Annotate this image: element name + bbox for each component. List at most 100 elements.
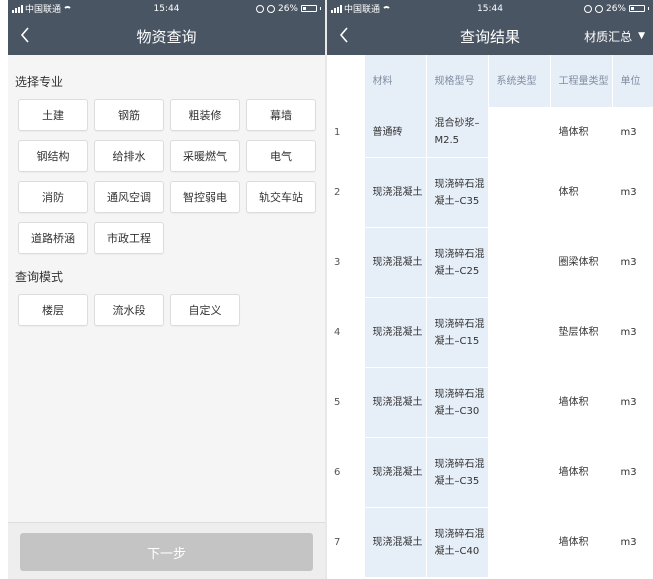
mode-option-button[interactable]: 自定义 <box>170 294 240 326</box>
major-option-button[interactable]: 智控弱电 <box>170 181 240 213</box>
spec-cell: 现浇碎石混凝土–C40 <box>426 507 489 578</box>
table-row[interactable]: 6 现浇混凝土 现浇碎石混凝土–C35 墙体积 m3 <box>327 437 653 508</box>
material-summary-dropdown[interactable]: 材质汇总 ▼ <box>584 28 645 45</box>
major-option-button[interactable]: 道路桥涵 <box>18 222 88 254</box>
table-row[interactable]: 2 现浇混凝土 现浇碎石混凝土–C35 体积 m3 <box>327 157 653 228</box>
major-option-button[interactable]: 幕墙 <box>246 99 316 131</box>
material-cell: 现浇混凝土 <box>364 367 427 438</box>
mode-option-button[interactable]: 楼层 <box>18 294 88 326</box>
major-option-button[interactable]: 轨交车站 <box>246 181 316 213</box>
material-cell: 现浇混凝土 <box>364 297 427 368</box>
table-row[interactable]: 1 普通砖 混合砂浆–M2.5 墙体积 m3 <box>327 107 653 158</box>
major-option-button[interactable]: 采暖燃气 <box>170 140 240 172</box>
alarm-icon <box>266 4 275 13</box>
major-option-button[interactable]: 钢结构 <box>18 140 88 172</box>
alarm-icon <box>594 4 603 13</box>
spec-cell: 现浇碎石混凝土–C15 <box>426 297 489 368</box>
system-type-cell <box>488 367 551 438</box>
row-index: 1 <box>327 107 365 158</box>
nav-bar: 物资查询 <box>8 17 325 55</box>
page-title: 物资查询 <box>136 27 197 46</box>
spec-cell: 现浇碎石混凝土–C35 <box>426 157 489 228</box>
unit-cell: m3 <box>612 227 653 298</box>
dropdown-caret-icon: ▼ <box>638 31 645 41</box>
summary-label: 材质汇总 <box>584 29 633 44</box>
mode-option-button[interactable]: 流水段 <box>94 294 164 326</box>
next-step-button[interactable]: 下一步 <box>20 533 313 571</box>
column-header: 规格型号 <box>426 55 489 107</box>
table-row[interactable]: 7 现浇混凝土 现浇碎石混凝土–C40 墙体积 m3 <box>327 507 653 578</box>
column-header: 系统类型 <box>488 55 551 107</box>
page-title: 查询结果 <box>459 27 520 46</box>
row-index: 2 <box>327 157 365 228</box>
major-option-button[interactable]: 通风空调 <box>94 181 164 213</box>
unit-cell: m3 <box>612 157 653 228</box>
major-grid: 土建 钢筋 粗装修 幕墙钢结构 给排水 采暖燃气 电气消防 通风空调 智控弱电 轨交车站道路桥涵市… <box>8 99 325 254</box>
major-option-button[interactable]: 土建 <box>18 99 88 131</box>
quantity-type-cell: 垫层体积 <box>550 297 613 368</box>
material-cell: 现浇混凝土 <box>364 227 427 298</box>
spec-cell: 现浇碎石混凝土–C35 <box>426 437 489 508</box>
quantity-type-cell: 圈梁体积 <box>550 227 613 298</box>
battery-percent: 26% <box>605 3 626 14</box>
unit-cell: m3 <box>612 437 653 508</box>
table-header-row: 材料 规格型号 系统类型 工程量类型 单位 <box>327 55 653 107</box>
system-type-cell <box>488 297 551 368</box>
nav-bar: 查询结果 材质汇总 ▼ <box>327 17 653 55</box>
battery-icon <box>301 5 317 12</box>
unit-cell: m3 <box>612 297 653 368</box>
status-bar: 中国联通 15:44 26% <box>327 0 653 17</box>
major-section-title: 选择专业 <box>15 75 64 89</box>
unit-cell: m3 <box>612 107 653 158</box>
column-header: 工程量类型 <box>550 55 613 107</box>
quantity-type-cell: 墙体积 <box>550 437 613 508</box>
major-option-button[interactable]: 电气 <box>246 140 316 172</box>
mode-section-title: 查询模式 <box>15 270 64 284</box>
query-result-screen: 中国联通 15:44 26% 查询结果 材质汇总 ▼ 材料 规格型号 系统类型 … <box>327 0 653 579</box>
system-type-cell <box>488 107 551 158</box>
row-index: 7 <box>327 507 365 578</box>
back-arrow-icon[interactable] <box>20 27 30 43</box>
major-option-button[interactable]: 粗装修 <box>170 99 240 131</box>
footer-bar: 下一步 <box>8 522 325 579</box>
quantity-type-cell: 墙体积 <box>550 107 613 158</box>
system-type-cell <box>488 507 551 578</box>
column-header: 单位 <box>612 55 653 107</box>
row-index: 3 <box>327 227 365 298</box>
location-icon <box>255 4 264 13</box>
mode-grid: 楼层 流水段 自定义 <box>8 294 325 326</box>
location-icon <box>583 4 592 13</box>
back-arrow-icon[interactable] <box>339 27 349 43</box>
major-option-button[interactable]: 给排水 <box>94 140 164 172</box>
major-option-button[interactable]: 市政工程 <box>94 222 164 254</box>
material-cell: 现浇混凝土 <box>364 437 427 508</box>
table-row[interactable]: 3 现浇混凝土 现浇碎石混凝土–C25 圈梁体积 m3 <box>327 227 653 298</box>
material-cell: 现浇混凝土 <box>364 507 427 578</box>
table-row[interactable]: 4 现浇混凝土 现浇碎石混凝土–C15 垫层体积 m3 <box>327 297 653 368</box>
row-index: 5 <box>327 367 365 438</box>
system-type-cell <box>488 437 551 508</box>
unit-cell: m3 <box>612 367 653 438</box>
spec-cell: 混合砂浆–M2.5 <box>426 107 489 158</box>
system-type-cell <box>488 227 551 298</box>
quantity-type-cell: 体积 <box>550 157 613 228</box>
spec-cell: 现浇碎石混凝土–C30 <box>426 367 489 438</box>
material-query-screen: 中国联通 15:44 26% 物资查询 选择专业 土建 钢筋 粗装修 幕墙钢结构 给排水… <box>8 0 325 579</box>
battery-icon <box>629 5 645 12</box>
row-index: 6 <box>327 437 365 508</box>
material-cell: 普通砖 <box>364 107 427 158</box>
column-header: 材料 <box>364 55 427 107</box>
major-option-button[interactable]: 消防 <box>18 181 88 213</box>
spec-cell: 现浇碎石混凝土–C25 <box>426 227 489 298</box>
battery-percent: 26% <box>277 3 298 14</box>
table-row[interactable]: 5 现浇混凝土 现浇碎石混凝土–C30 墙体积 m3 <box>327 367 653 438</box>
major-option-button[interactable]: 钢筋 <box>94 99 164 131</box>
quantity-type-cell: 墙体积 <box>550 507 613 578</box>
system-type-cell <box>488 157 551 228</box>
unit-cell: m3 <box>612 507 653 578</box>
status-bar: 中国联通 15:44 26% <box>8 0 325 17</box>
row-index: 4 <box>327 297 365 368</box>
result-table: 材料 规格型号 系统类型 工程量类型 单位 1 普通砖 混合砂浆–M2.5 墙体积 m3… <box>327 55 653 578</box>
quantity-type-cell: 墙体积 <box>550 367 613 438</box>
index-header <box>327 55 365 107</box>
